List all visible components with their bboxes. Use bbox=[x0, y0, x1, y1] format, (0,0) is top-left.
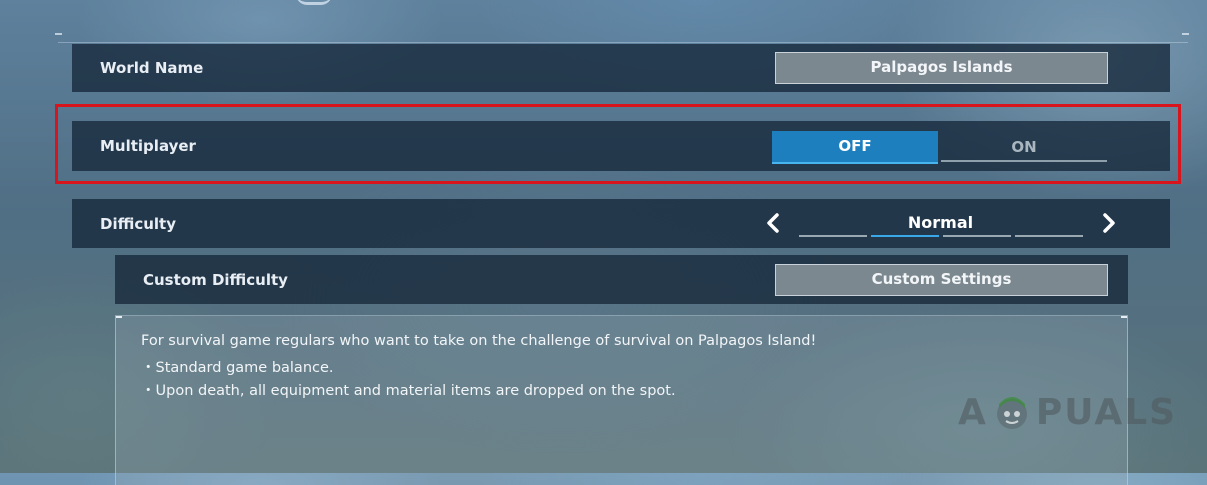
difficulty-level-segment bbox=[943, 235, 1011, 237]
difficulty-label: Difficulty bbox=[100, 214, 176, 233]
custom-settings-button[interactable]: Custom Settings bbox=[775, 264, 1108, 296]
difficulty-level-segment-active bbox=[871, 235, 939, 237]
panel-corner bbox=[1121, 316, 1127, 318]
world-name-field[interactable]: Palpagos Islands bbox=[775, 52, 1108, 84]
difficulty-level-segment bbox=[1015, 235, 1083, 237]
watermark-text-right: PUALS bbox=[1035, 391, 1178, 433]
world-name-row: World Name Palpagos Islands bbox=[72, 44, 1170, 92]
world-name-label: World Name bbox=[100, 59, 204, 77]
difficulty-level-segment bbox=[799, 235, 867, 237]
chevron-left-icon[interactable] bbox=[762, 210, 786, 236]
difficulty-row: Difficulty Normal bbox=[72, 199, 1170, 248]
chevron-right-icon[interactable] bbox=[1096, 210, 1120, 236]
left-tick bbox=[55, 33, 62, 35]
description-line: For survival game regulars who want to t… bbox=[141, 333, 817, 349]
watermark-logo: A PUALS bbox=[958, 390, 1177, 434]
right-tick bbox=[1182, 33, 1189, 35]
description-line: ・Standard game balance. bbox=[141, 360, 334, 376]
difficulty-value: Normal bbox=[907, 213, 974, 232]
custom-difficulty-label: Custom Difficulty bbox=[143, 270, 288, 289]
mascot-icon bbox=[990, 390, 1034, 434]
watermark-text-left: A bbox=[958, 391, 988, 433]
description-line: ・Upon death, all equipment and material … bbox=[141, 383, 676, 399]
highlight-box bbox=[55, 104, 1181, 184]
custom-difficulty-row: Custom Difficulty Custom Settings bbox=[115, 255, 1128, 304]
panel-corner bbox=[116, 316, 122, 318]
top-divider bbox=[58, 42, 1188, 43]
